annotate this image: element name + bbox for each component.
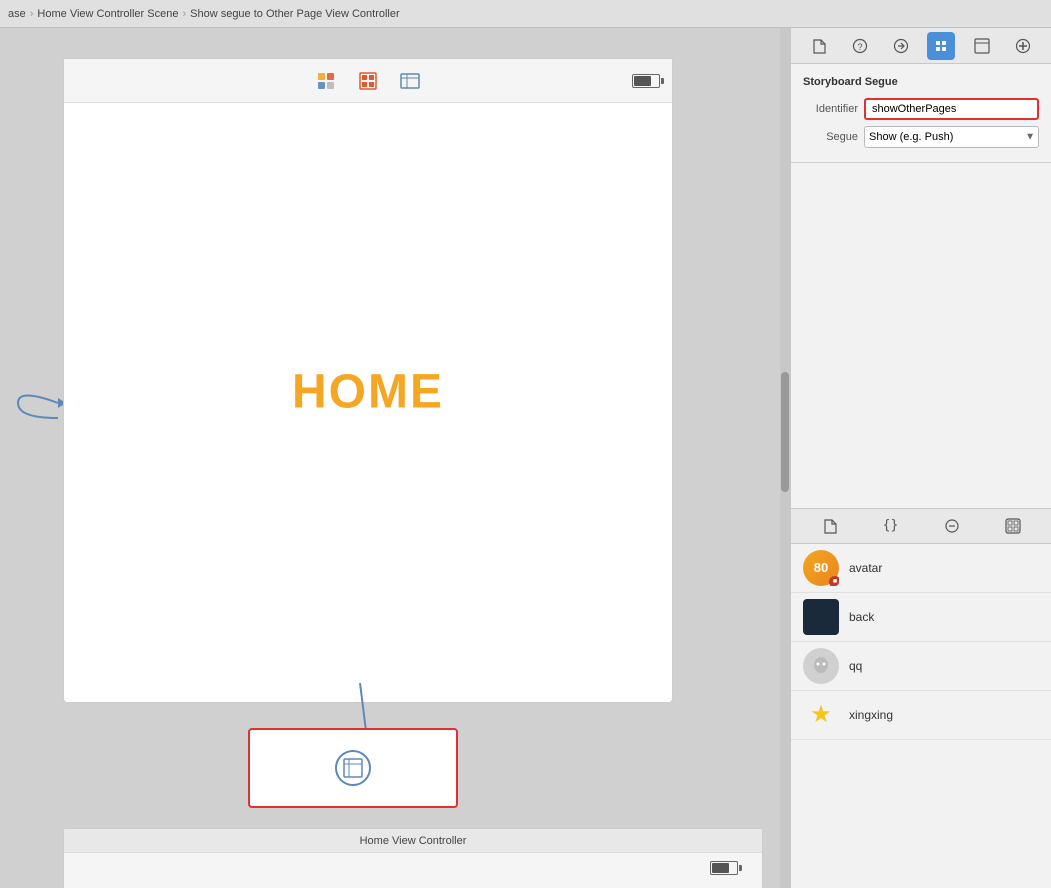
- segue-label: Segue: [803, 131, 858, 143]
- identifier-label: Identifier: [803, 103, 858, 115]
- asset-item-back[interactable]: back: [791, 593, 1051, 642]
- breadcrumb-part-2: Home View Controller Scene: [37, 8, 178, 20]
- lower-vc-title: Home View Controller: [64, 829, 762, 853]
- qq-thumb-container: [803, 648, 839, 684]
- home-view-controller-box: HOME: [63, 58, 673, 703]
- canvas-scrollbar[interactable]: [780, 28, 790, 888]
- avatar-circle: 80 ■: [803, 550, 839, 586]
- asset-name-qq: qq: [849, 659, 862, 673]
- toolbar-flag-icon[interactable]: [927, 32, 955, 60]
- segue-icon: [335, 750, 371, 786]
- canvas-area[interactable]: HOME Home View Con: [0, 28, 790, 888]
- toolbar-question-icon[interactable]: ?: [846, 32, 874, 60]
- xingxing-thumb-container: ★: [803, 697, 839, 733]
- back-thumb-container: [803, 599, 839, 635]
- title-bar: ase › Home View Controller Scene › Show …: [0, 0, 1051, 28]
- bottom-brace-icon[interactable]: {}: [877, 512, 905, 540]
- asset-item-qq[interactable]: qq: [791, 642, 1051, 691]
- lower-battery-icon: [710, 861, 738, 875]
- avatar-badge: ■: [829, 576, 839, 586]
- breadcrumb-sep-2: ›: [182, 8, 186, 20]
- nav-icon-3: [399, 70, 421, 92]
- segue-section-title: Storyboard Segue: [803, 76, 1039, 88]
- toolbar-file-icon[interactable]: [805, 32, 833, 60]
- bottom-doc-icon[interactable]: [816, 512, 844, 540]
- nav-bar: [64, 59, 672, 103]
- bottom-grid-icon[interactable]: [999, 512, 1027, 540]
- right-panel-upper-spacer: [791, 163, 1051, 508]
- back-thumb: [803, 599, 839, 635]
- asset-item-xingxing[interactable]: ★ xingxing: [791, 691, 1051, 740]
- qq-thumb: [803, 648, 839, 684]
- battery-icon: [632, 74, 660, 88]
- toolbar-arrows-icon[interactable]: [887, 32, 915, 60]
- identifier-row: Identifier: [803, 98, 1039, 120]
- lower-vc-content: [64, 853, 762, 888]
- svg-text:?: ?: [857, 42, 862, 52]
- avatar-number: 80: [814, 560, 828, 575]
- main-layout: HOME Home View Con: [0, 28, 1051, 888]
- asset-item-avatar[interactable]: 80 ■ avatar: [791, 544, 1051, 593]
- segue-arrow: [8, 368, 68, 438]
- segue-select[interactable]: Show (e.g. Push)Show DetailPresent Modal…: [864, 126, 1039, 148]
- home-label: HOME: [292, 364, 444, 419]
- avatar-thumb: 80 ■: [803, 550, 839, 586]
- scrollbar-thumb[interactable]: [781, 372, 789, 492]
- breadcrumb-sep-1: ›: [30, 8, 34, 20]
- identifier-input[interactable]: [864, 98, 1039, 120]
- right-panel-bottom-toolbar: {}: [791, 508, 1051, 544]
- asset-name-avatar: avatar: [849, 561, 882, 575]
- asset-name-back: back: [849, 610, 874, 624]
- toolbar-panel-icon[interactable]: [968, 32, 996, 60]
- right-panel: ? Storyboard Segue Identifier S: [790, 28, 1051, 888]
- lower-home-vc-box: Home View Controller: [63, 828, 763, 888]
- breadcrumb: ase › Home View Controller Scene › Show …: [8, 8, 400, 20]
- toolbar-plus-icon[interactable]: [1009, 32, 1037, 60]
- bottom-circle-icon[interactable]: [938, 512, 966, 540]
- right-panel-top-toolbar: ?: [791, 28, 1051, 64]
- canvas-content: HOME Home View Con: [0, 28, 790, 888]
- xingxing-thumb: ★: [803, 697, 839, 733]
- segue-type-row: Segue Show (e.g. Push)Show DetailPresent…: [803, 126, 1039, 148]
- assets-list[interactable]: 80 ■ avatar back: [791, 544, 1051, 888]
- storyboard-segue-section: Storyboard Segue Identifier Segue Show (…: [791, 64, 1051, 163]
- nav-icon-2: [357, 70, 379, 92]
- segue-select-wrapper: Show (e.g. Push)Show DetailPresent Modal…: [864, 126, 1039, 148]
- nav-icon-1: [315, 70, 337, 92]
- segue-controller-box[interactable]: [248, 728, 458, 808]
- asset-name-xingxing: xingxing: [849, 708, 893, 722]
- breadcrumb-part-3: Show segue to Other Page View Controller: [190, 8, 400, 20]
- breadcrumb-part-1: ase: [8, 8, 26, 20]
